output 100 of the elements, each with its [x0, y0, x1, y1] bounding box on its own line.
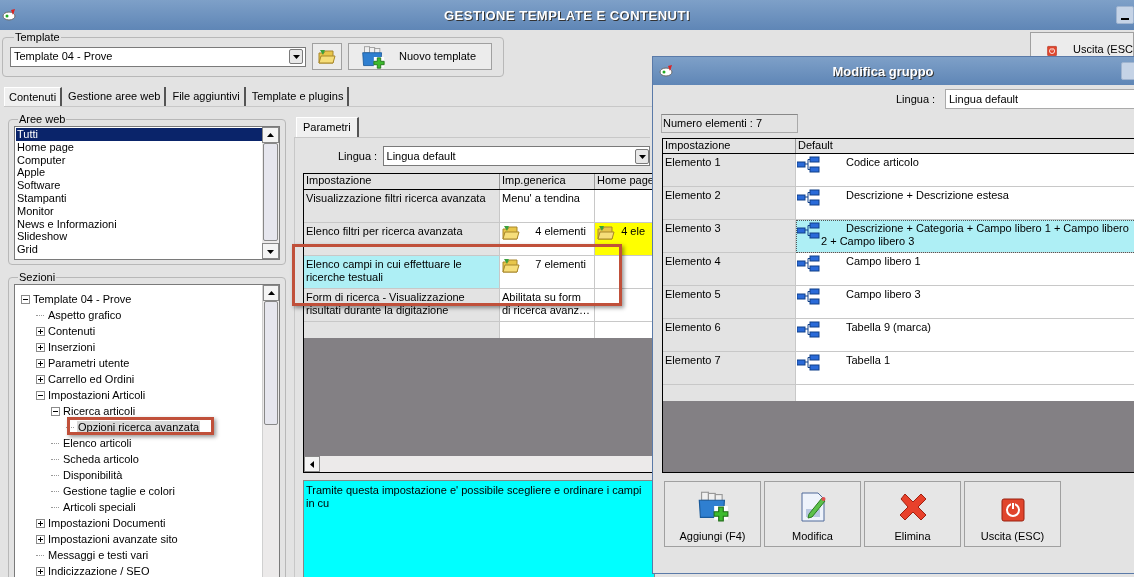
- table-cell: Elemento 3: [663, 220, 796, 253]
- scrollbar[interactable]: [262, 127, 279, 259]
- collapse-icon[interactable]: [50, 406, 60, 416]
- scrollbar-thumb[interactable]: [264, 301, 278, 425]
- element-count: Numero elementi : 7: [662, 117, 763, 130]
- tree-item[interactable]: Impostazioni avanzate sito: [47, 532, 179, 546]
- folder-icon: [318, 48, 336, 65]
- expand-icon[interactable]: [35, 518, 45, 528]
- down-arrow-icon: [292, 53, 300, 60]
- list-item[interactable]: Software: [16, 179, 262, 192]
- column-header[interactable]: Impostazione: [304, 174, 500, 189]
- list-item[interactable]: Slideshow: [16, 230, 262, 244]
- list-item[interactable]: Computer: [16, 153, 262, 167]
- language-label: Lingua :: [338, 149, 379, 163]
- power-icon: [1047, 43, 1058, 59]
- expand-icon[interactable]: [35, 358, 45, 368]
- table-cell[interactable]: Campo libero 1: [796, 253, 1134, 286]
- scrollbar-thumb[interactable]: [263, 143, 278, 241]
- group-label: Sezioni: [18, 271, 57, 284]
- expand-icon[interactable]: [35, 566, 45, 576]
- folder-icon: [597, 225, 615, 241]
- tree-item[interactable]: Contenuti: [47, 324, 97, 338]
- table-cell[interactable]: Descrizione + Categoria + Campo libero 1 + Campo libero 2 + Campo libero 3: [796, 220, 1134, 253]
- table-cell[interactable]: Codice articolo: [796, 154, 1134, 187]
- box-plus-icon: [361, 44, 385, 69]
- language-field[interactable]: Lingua default: [945, 89, 1134, 109]
- table-cell: Elemento 2: [663, 187, 796, 220]
- dropdown-button[interactable]: [289, 49, 303, 64]
- tree-item[interactable]: Articoli speciali: [62, 500, 137, 514]
- column-header[interactable]: Impostazione: [663, 139, 796, 153]
- table-cell: Elenco filtri per ricerca avanzata: [304, 223, 500, 256]
- down-arrow-icon: [638, 152, 646, 160]
- power-icon: [1000, 498, 1025, 522]
- list-item[interactable]: News e Informazioni: [16, 217, 262, 231]
- table-cell: 4 elementi: [500, 223, 595, 256]
- dialog-title: Modifica gruppo: [831, 64, 935, 78]
- folder-icon: [502, 258, 520, 274]
- hierarchy-icon: [797, 255, 820, 272]
- tree-item[interactable]: Ricerca articoli: [62, 404, 137, 418]
- list-item[interactable]: Apple: [16, 166, 262, 180]
- dialog-button[interactable]: Elimina: [864, 481, 961, 547]
- tree-item[interactable]: Elenco articoli: [62, 436, 133, 450]
- tree-item[interactable]: Disponibilità: [62, 468, 124, 482]
- expand-icon[interactable]: [35, 342, 45, 352]
- table-cell: Elemento 1: [663, 154, 796, 187]
- tree-item[interactable]: Scheda articolo: [62, 452, 140, 466]
- box-plus-icon: [696, 490, 729, 522]
- tab[interactable]: Contenuti: [4, 87, 63, 106]
- expand-icon[interactable]: [35, 374, 45, 384]
- column-header[interactable]: Imp.generica: [500, 174, 595, 189]
- app-icon: [659, 64, 675, 78]
- tree-item[interactable]: Parametri utente: [47, 356, 131, 370]
- new-template-button[interactable]: Nuovo template: [348, 43, 492, 70]
- list-item[interactable]: Grid: [16, 243, 262, 256]
- tree-item[interactable]: Carrello ed Ordini: [47, 372, 136, 386]
- tree-item[interactable]: Aspetto grafico: [47, 308, 123, 322]
- hierarchy-icon: [797, 222, 820, 239]
- window-title: GESTIONE TEMPLATE E CONTENUTI: [442, 8, 692, 22]
- up-arrow-icon: [267, 131, 274, 139]
- table-cell: Visualizzazione filtri ricerca avanzata: [304, 190, 500, 223]
- collapse-icon[interactable]: [35, 390, 45, 400]
- table-cell: 4 ele: [595, 223, 654, 256]
- list-item[interactable]: Home page: [16, 140, 262, 154]
- table-cell[interactable]: Tabella 9 (marca): [796, 319, 1134, 352]
- collapse-icon[interactable]: [20, 294, 30, 304]
- group-label: Template: [14, 31, 61, 44]
- tree-item[interactable]: Indicizzazione / SEO: [47, 564, 151, 577]
- table-cell: [595, 322, 654, 338]
- list-item[interactable]: Stampanti: [16, 192, 262, 205]
- list-item[interactable]: Tutti: [16, 128, 262, 141]
- hierarchy-icon: [797, 288, 820, 305]
- dropdown-button[interactable]: [635, 148, 649, 164]
- folder-icon: [502, 225, 520, 241]
- tree-item[interactable]: Messaggi e testi vari: [47, 548, 150, 562]
- scrollbar[interactable]: [262, 285, 279, 577]
- tree-item[interactable]: Impostazioni Documenti: [47, 516, 167, 530]
- template-dropdown[interactable]: Template 04 - Prove: [10, 46, 306, 67]
- hierarchy-icon: [797, 156, 820, 173]
- hierarchy-icon: [797, 354, 820, 371]
- table-cell[interactable]: Campo libero 3: [796, 286, 1134, 319]
- table-cell: Elemento 4: [663, 253, 796, 286]
- group-label: Aree web: [18, 113, 67, 126]
- tab[interactable]: Parametri: [296, 117, 359, 137]
- minimize-button[interactable]: [1116, 6, 1134, 24]
- dialog-button[interactable]: Aggiungi (F4): [664, 481, 761, 547]
- tree-item[interactable]: Gestione taglie e colori: [62, 484, 176, 498]
- language-dropdown[interactable]: Lingua default: [382, 146, 650, 166]
- dialog-button[interactable]: Modifica: [764, 481, 861, 547]
- tree-item[interactable]: Template 04 - Prove: [32, 292, 133, 306]
- tree-item[interactable]: Inserzioni: [47, 340, 97, 354]
- list-item[interactable]: Monitor: [16, 204, 262, 218]
- horizontal-scrollbar[interactable]: [304, 456, 654, 472]
- column-header[interactable]: Default: [796, 139, 1134, 153]
- expand-icon[interactable]: [35, 534, 45, 544]
- table-cell[interactable]: Descrizione + Descrizione estesa: [796, 187, 1134, 220]
- table-cell[interactable]: Tabella 1: [796, 352, 1134, 385]
- expand-icon[interactable]: [35, 326, 45, 336]
- table-cell: Elemento 7: [663, 352, 796, 385]
- tree-item[interactable]: Impostazioni Articoli: [47, 388, 147, 402]
- dialog-button[interactable]: Uscita (ESC): [964, 481, 1061, 547]
